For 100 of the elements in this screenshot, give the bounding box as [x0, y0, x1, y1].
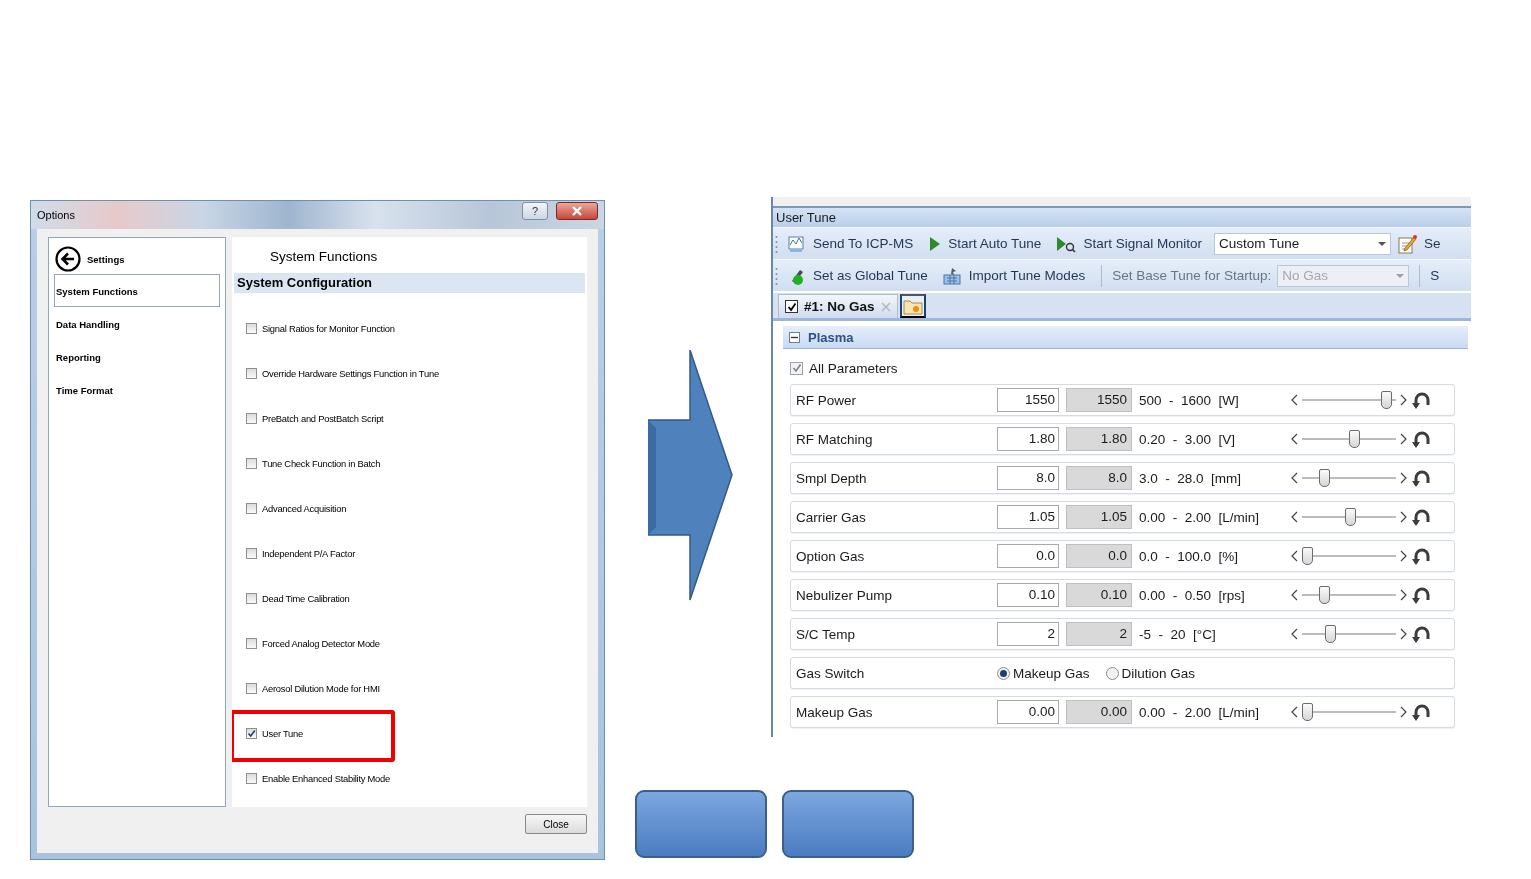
- checkbox[interactable]: [790, 361, 803, 375]
- toolbar-button[interactable]: Import Tune Modes: [939, 265, 1092, 286]
- chart-icon: [786, 234, 806, 253]
- toolbar-button[interactable]: Start Signal Monitor: [1053, 234, 1208, 253]
- slider-thumb[interactable]: [1349, 430, 1361, 448]
- chevron-left-icon[interactable]: [1291, 589, 1298, 601]
- toolbar-button[interactable]: Send To ICP-MS: [784, 234, 920, 253]
- close-button[interactable]: Close: [525, 814, 587, 834]
- parameter-label: Option Gas: [795, 548, 866, 564]
- tab-label[interactable]: #1: No Gas: [804, 299, 875, 314]
- nav-item[interactable]: Time Format: [54, 373, 220, 406]
- option-label: Forced Analog Detector Mode: [262, 637, 380, 649]
- reset-icon[interactable]: [1411, 429, 1430, 449]
- option-label: Signal Ratios for Monitor Function: [262, 322, 395, 334]
- chevron-right-icon[interactable]: [1400, 589, 1407, 601]
- radio-label[interactable]: Dilution Gas: [1121, 665, 1196, 681]
- reset-icon[interactable]: [1411, 585, 1430, 605]
- radio-option[interactable]: Dilution Gas: [1105, 665, 1196, 681]
- range-text: -5 - 20 [°C]: [1138, 626, 1217, 642]
- current-value: 0.0: [1066, 544, 1132, 568]
- value-field[interactable]: 1550: [997, 388, 1059, 412]
- slider-thumb[interactable]: [1302, 703, 1313, 721]
- chevron-right-icon[interactable]: [1400, 628, 1407, 640]
- value-field[interactable]: 8.0: [997, 466, 1059, 490]
- option-label: Enable Enhanced Stability Mode: [262, 772, 390, 784]
- chevron-left-icon[interactable]: [1291, 706, 1298, 718]
- chevron-right-icon[interactable]: [1400, 706, 1407, 718]
- tab[interactable]: #1: No Gas: [778, 294, 898, 318]
- option-label: Independent P/A Factor: [262, 547, 355, 559]
- slider-thumb[interactable]: [1325, 625, 1337, 643]
- chevron-left-icon[interactable]: [1291, 394, 1298, 406]
- value-field[interactable]: 1.80: [997, 427, 1059, 451]
- caret-icon: [1377, 241, 1386, 246]
- reset-icon[interactable]: [1411, 507, 1430, 527]
- checkbox[interactable]: [246, 412, 257, 424]
- dropdown[interactable]: Custom Tune: [1213, 232, 1391, 255]
- checkbox-label: All Parameters: [809, 360, 898, 376]
- new-tab-button[interactable]: [899, 294, 926, 318]
- slider-thumb[interactable]: [1302, 547, 1313, 565]
- option-label: Override Hardware Settings Function in Tune: [262, 367, 439, 379]
- current-value: 1550: [1066, 388, 1132, 412]
- checkbox[interactable]: [246, 727, 257, 739]
- chevron-left-icon[interactable]: [1291, 433, 1298, 445]
- window-title: Options: [37, 209, 76, 221]
- radio-option[interactable]: Makeup Gas: [997, 665, 1090, 681]
- chevron-left-icon[interactable]: [1291, 628, 1298, 640]
- value-field[interactable]: 0.0: [997, 544, 1059, 568]
- value-field[interactable]: 2: [997, 622, 1059, 646]
- checkbox[interactable]: [246, 772, 257, 784]
- chevron-right-icon[interactable]: [1400, 433, 1407, 445]
- chevron-left-icon[interactable]: [1291, 511, 1298, 523]
- toolbar-button[interactable]: S: [1430, 268, 1440, 283]
- checkbox[interactable]: [785, 300, 798, 313]
- reset-icon[interactable]: [1411, 546, 1430, 566]
- chevron-right-icon[interactable]: [1400, 550, 1407, 562]
- checkbox[interactable]: [246, 502, 257, 514]
- help-button[interactable]: ?: [522, 202, 548, 220]
- chevron-right-icon[interactable]: [1400, 511, 1407, 523]
- reset-icon[interactable]: [1411, 702, 1430, 722]
- nav-item[interactable]: Reporting: [54, 340, 220, 373]
- slider-thumb[interactable]: [1318, 586, 1330, 604]
- back-icon[interactable]: [55, 246, 81, 272]
- parameter-label: Makeup Gas: [795, 704, 874, 720]
- toolbar-button[interactable]: Se: [1423, 236, 1441, 251]
- section-header: System Configuration: [234, 273, 585, 293]
- toolbar-button[interactable]: Start Auto Tune: [925, 234, 1048, 253]
- value-field[interactable]: 1.05: [997, 505, 1059, 529]
- reset-icon[interactable]: [1411, 390, 1430, 410]
- radio-button[interactable]: [1105, 666, 1119, 680]
- range-text: 0.00 - 0.50 [rps]: [1138, 587, 1246, 603]
- close-button[interactable]: [556, 202, 598, 220]
- range-text: 500 - 1600 [W]: [1138, 392, 1240, 408]
- chevron-left-icon[interactable]: [1291, 550, 1298, 562]
- reset-icon[interactable]: [1411, 624, 1430, 644]
- radio-label[interactable]: Makeup Gas: [1013, 665, 1090, 681]
- edit-icon[interactable]: [1396, 233, 1418, 254]
- reset-icon[interactable]: [1411, 468, 1430, 488]
- checkbox[interactable]: [246, 547, 257, 559]
- slider-thumb[interactable]: [1318, 469, 1330, 487]
- import-icon: [941, 265, 962, 286]
- checkbox[interactable]: [246, 322, 257, 334]
- current-value: 2: [1066, 622, 1132, 646]
- toolbar-button[interactable]: Set as Global Tune: [784, 265, 934, 286]
- value-field[interactable]: 0.00: [997, 700, 1059, 724]
- slider-thumb[interactable]: [1380, 391, 1392, 409]
- chevron-right-icon[interactable]: [1400, 472, 1407, 484]
- value-field[interactable]: 0.10: [997, 583, 1059, 607]
- nav-item[interactable]: Data Handling: [54, 307, 220, 340]
- checkbox[interactable]: [246, 367, 257, 379]
- chevron-right-icon[interactable]: [1400, 394, 1407, 406]
- checkbox[interactable]: [246, 457, 257, 469]
- nav-item[interactable]: System Functions: [54, 274, 220, 307]
- checkbox[interactable]: [246, 637, 257, 649]
- chevron-left-icon[interactable]: [1291, 472, 1298, 484]
- checkbox[interactable]: [246, 592, 257, 604]
- range-text: 0.0 - 100.0 [%]: [1138, 548, 1240, 564]
- current-value: 0.00: [1066, 700, 1132, 724]
- parameter-label: Carrier Gas: [795, 509, 867, 525]
- slider-thumb[interactable]: [1345, 508, 1357, 526]
- checkbox[interactable]: [246, 682, 257, 694]
